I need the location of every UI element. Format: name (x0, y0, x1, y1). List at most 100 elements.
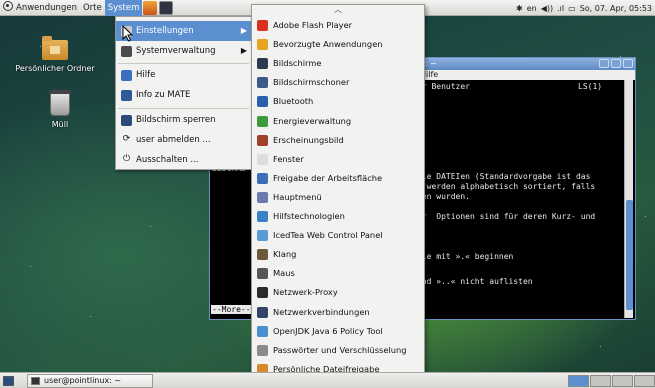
maximize-icon[interactable] (611, 59, 621, 68)
settings-item-label: Bildschirme (273, 58, 322, 69)
settings-item-java[interactable]: IcedTea Web Control Panel (252, 226, 424, 245)
settings-item-label: Hilfstechnologien (273, 211, 345, 221)
settings-item-label: Bevorzugte Anwendungen (273, 39, 383, 50)
settings-item-label: Freigabe der Arbeitsfläche (273, 172, 383, 183)
menu-item-label: Ausschalten ... (136, 155, 199, 165)
terminal-launcher-icon[interactable] (159, 0, 174, 15)
menu-item-info[interactable]: Info zu MATE (116, 85, 251, 105)
background-dot (645, 216, 646, 217)
desktop-icon-label: Müll (51, 120, 69, 129)
preferred-apps-icon (257, 39, 268, 51)
settings-item-network-connections[interactable]: Netzwerkverbindungen (252, 303, 424, 322)
volume-icon[interactable]: ◀)) (541, 4, 553, 13)
submenu-arrow-icon: ▶ (240, 26, 247, 35)
workspace-3[interactable] (612, 375, 633, 387)
menu-item-systemverwaltung[interactable]: Systemverwaltung ▶ (116, 41, 251, 61)
mouse-cursor-icon (122, 25, 134, 42)
show-desktop-button[interactable] (3, 376, 14, 386)
settings-item-sound[interactable]: Klang (252, 245, 424, 264)
accessibility-icon (257, 211, 268, 222)
menu-item-shutdown[interactable]: ⏻ Ausschalten ... (116, 150, 251, 170)
settings-item-appearance[interactable]: Erscheinungsbild (252, 131, 424, 150)
firefox-launcher-icon[interactable] (143, 0, 158, 15)
menu-item-logout[interactable]: ⟳ user abmelden ... (116, 130, 251, 150)
system-tray: ✱ en ◀)) .ıl ▭ So, 07. Apr, 05:53 (512, 0, 655, 16)
settings-item-label: Maus (273, 268, 295, 279)
mouse-icon (257, 268, 268, 280)
applications-menu-label: Anwendungen (16, 2, 77, 13)
terminal-line: ür Optionen sind für deren Kurz- und (417, 212, 596, 221)
desktop-sharing-icon (257, 172, 268, 184)
settings-item-label: Hauptmenü (273, 191, 322, 202)
network-icon[interactable]: ✱ (516, 4, 523, 13)
menu-item-label: Bildschirm sperren (136, 115, 216, 125)
settings-item-window[interactable]: Fenster (252, 150, 424, 169)
clock[interactable]: So, 07. Apr, 05:53 (580, 4, 652, 13)
system-dropdown-menu: Einstellungen ▶ Systemverwaltung ▶ Hilfe… (115, 16, 252, 170)
mate-logo-icon (3, 0, 13, 11)
home-folder-desktop-icon[interactable]: Persönlicher Ordner (8, 36, 102, 73)
submenu-arrow-icon: ▶ (240, 46, 247, 55)
menu-item-label: Info zu MATE (136, 90, 191, 100)
settings-item-main-menu[interactable]: Hauptmenü (252, 188, 424, 207)
menu-item-lock-screen[interactable]: Bildschirm sperren (116, 110, 251, 130)
taskbar-button-terminal[interactable]: user@pointlinux: ~ (27, 374, 153, 388)
menu-separator (118, 108, 249, 109)
signal-icon[interactable]: .ıl (557, 4, 564, 13)
settings-item-label: Adobe Flash Player (273, 20, 353, 30)
bottom-panel: user@pointlinux: ~ (0, 372, 655, 388)
desktop-icon-label: Persönlicher Ordner (15, 64, 95, 73)
keyboard-layout-indicator[interactable]: en (527, 4, 537, 13)
screensaver-icon (257, 77, 268, 89)
power-manager-icon (257, 115, 268, 127)
workspace-switcher[interactable] (568, 375, 655, 387)
minimize-icon[interactable] (599, 59, 609, 68)
settings-item-label: Fenster (273, 153, 304, 164)
menu-separator (118, 63, 249, 64)
settings-item-label: Bildschirmschoner (273, 77, 350, 88)
power-icon: ⏻ (122, 154, 131, 164)
monitor-icon (257, 58, 268, 70)
settings-item-mouse[interactable]: Maus (252, 264, 424, 283)
menu-item-label: user abmelden ... (136, 135, 211, 145)
workspace-4[interactable] (634, 375, 655, 387)
settings-item-accessibility[interactable]: Hilfstechnologien (252, 207, 424, 226)
appearance-icon (257, 134, 268, 146)
background-dot (30, 266, 31, 267)
settings-item-monitor[interactable]: Bildschirme (252, 54, 424, 73)
settings-item-label: Klang (273, 249, 297, 260)
settings-item-java-policy[interactable]: OpenJDK Java 6 Policy Tool (252, 322, 424, 341)
settings-item-label: Passwörter und Verschlüsselung (273, 344, 407, 355)
settings-item-passwords[interactable]: Passwörter und Verschlüsselung (252, 341, 424, 360)
settings-item-desktop-sharing[interactable]: Freigabe der Arbeitsfläche (252, 169, 424, 188)
settings-item-power-manager[interactable]: Energieverwaltung (252, 112, 424, 131)
settings-item-label: IcedTea Web Control Panel (273, 230, 383, 241)
settings-item-screensaver[interactable]: Bildschirmschoner (252, 73, 424, 92)
settings-item-network-proxy[interactable]: Netzwerk-Proxy (252, 283, 424, 302)
settings-item-bluetooth[interactable]: Bluetooth (252, 92, 424, 111)
workspace-2[interactable] (590, 375, 611, 387)
menu-item-einstellungen[interactable]: Einstellungen ▶ (116, 21, 251, 41)
applications-menu[interactable]: Anwendungen (0, 0, 80, 16)
admin-icon (121, 46, 132, 57)
folder-icon (42, 36, 68, 60)
scrollbar-thumb[interactable] (626, 200, 633, 310)
places-menu[interactable]: Orte (80, 0, 105, 16)
workspace-1[interactable] (568, 375, 589, 387)
network-proxy-icon (257, 287, 268, 299)
window-icon (257, 153, 268, 165)
settings-item-flash[interactable]: Adobe Flash Player (252, 16, 424, 35)
terminal-scrollbar[interactable] (624, 80, 633, 318)
close-icon[interactable] (623, 59, 633, 68)
scroll-up-icon[interactable]: ︿ (252, 5, 424, 15)
passwords-icon (257, 344, 268, 356)
background-dot (90, 316, 91, 317)
network-connections-icon (257, 306, 268, 318)
settings-item-preferred-apps[interactable]: Bevorzugte Anwendungen (252, 35, 424, 54)
system-menu[interactable]: System (104, 0, 143, 16)
battery-icon[interactable]: ▭ (568, 4, 576, 13)
bluetooth-icon (257, 96, 268, 108)
trash-desktop-icon[interactable]: Müll (38, 90, 82, 129)
settings-submenu: ︿ Adobe Flash Player Bevorzugte Anwendung… (251, 4, 425, 388)
menu-item-hilfe[interactable]: Hilfe (116, 65, 251, 85)
